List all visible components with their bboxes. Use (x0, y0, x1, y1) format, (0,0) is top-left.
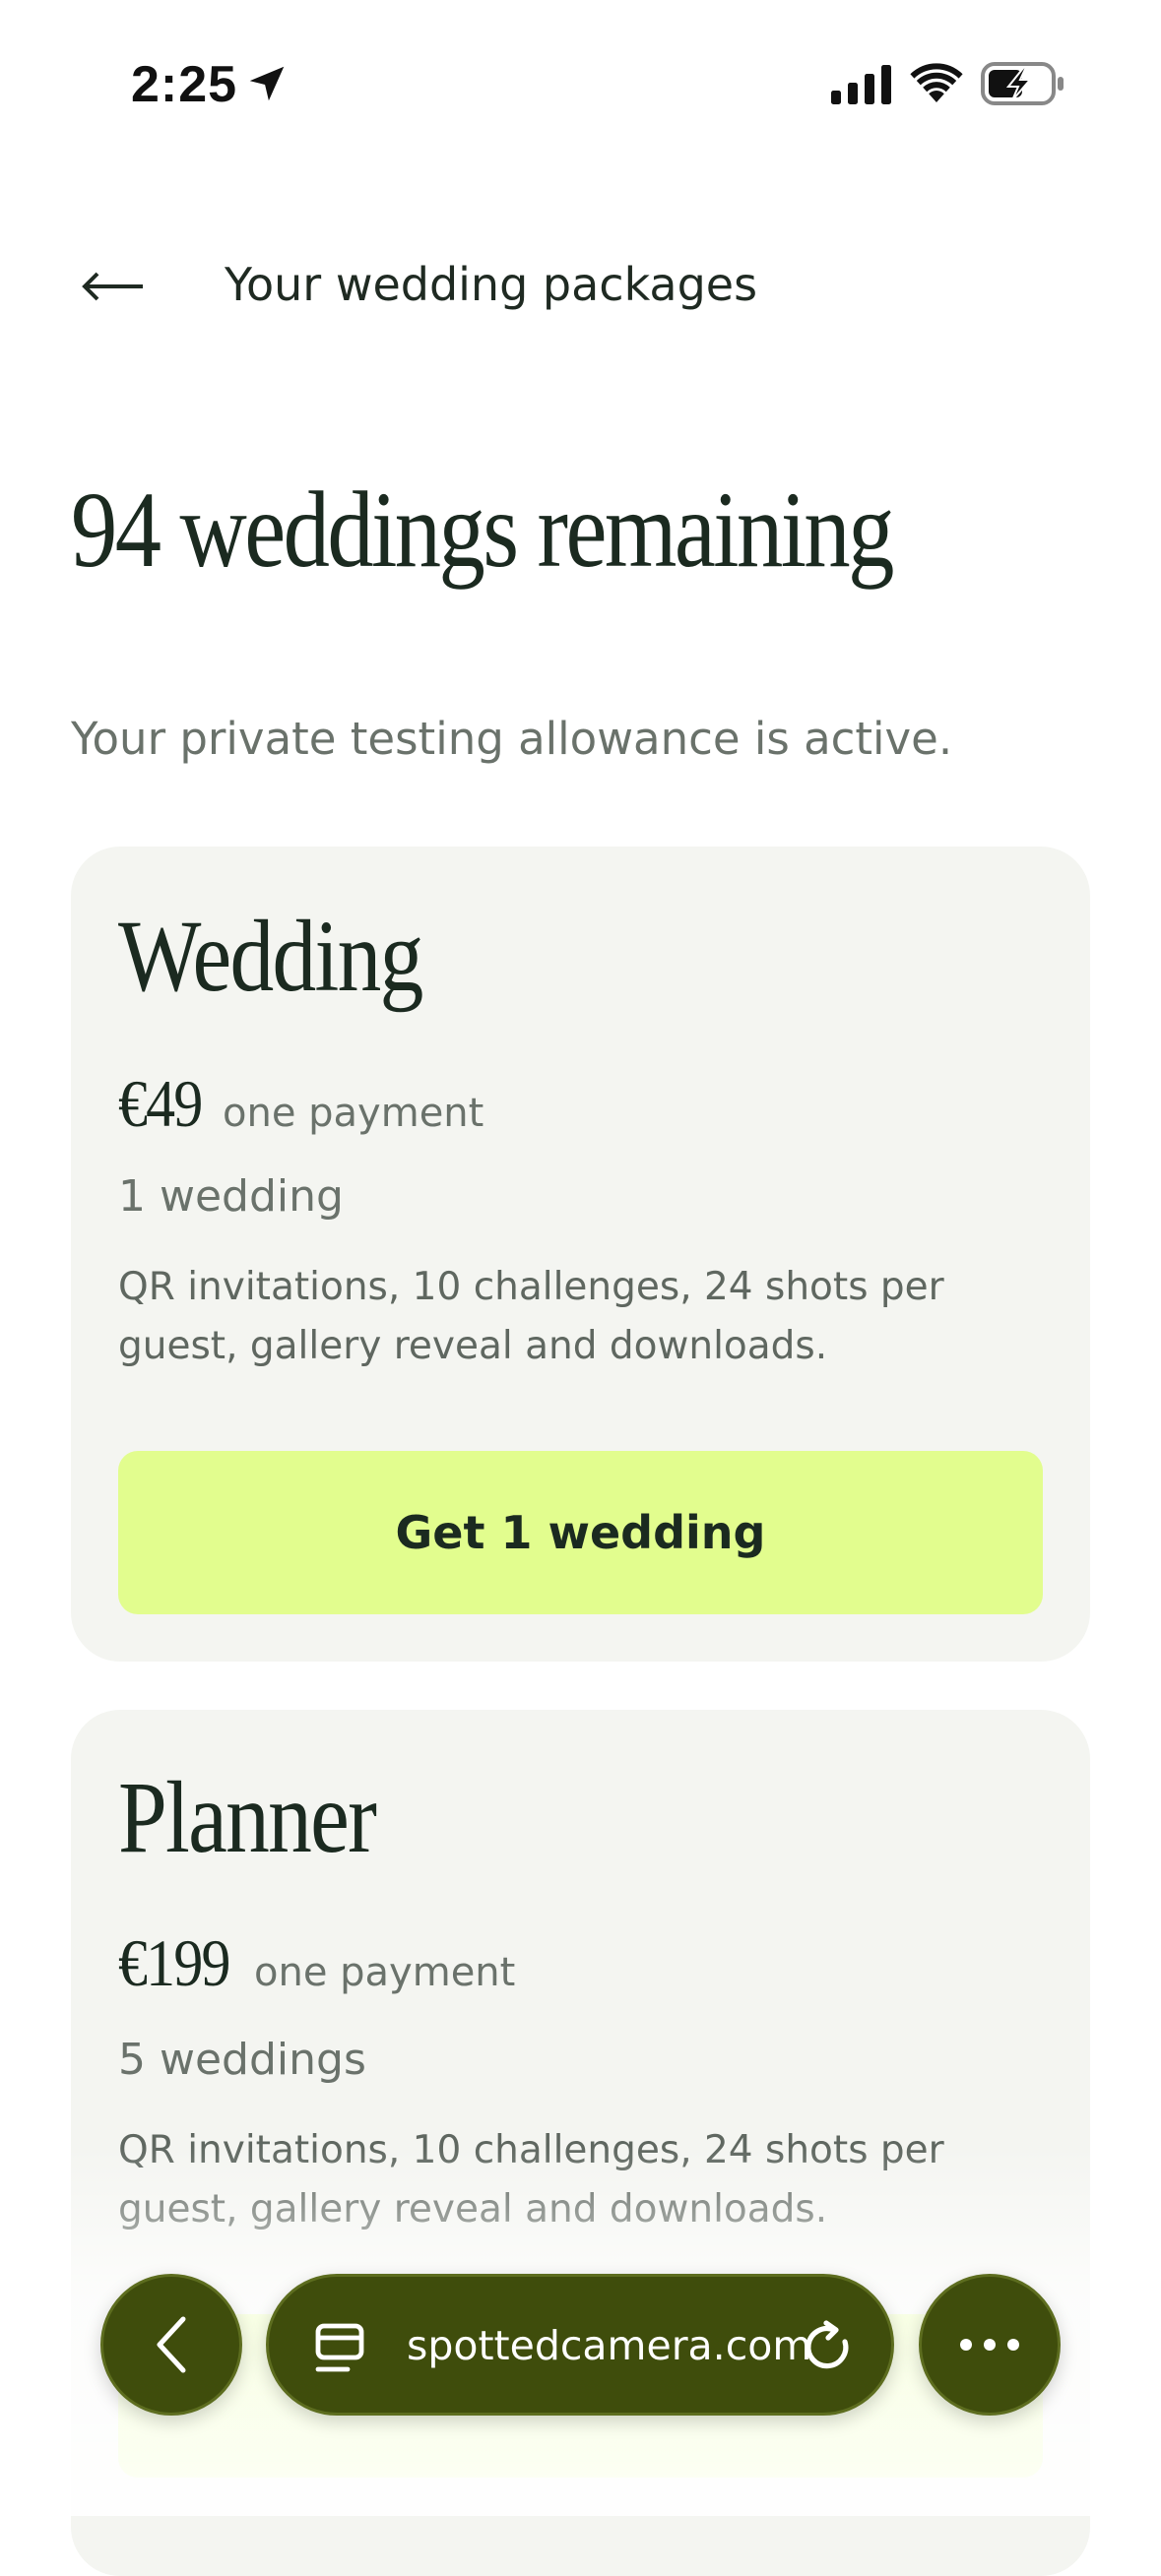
more-dots-icon (960, 2339, 1019, 2351)
battery-charging-icon (981, 62, 1064, 105)
package-quota: 5 weddings (118, 2035, 366, 2085)
page-subtitle: Your private testing allowance is active… (71, 713, 953, 765)
package-description: QR invitations, 10 challenges, 24 shots … (118, 1265, 944, 1368)
price-row: €199 one payment (118, 1924, 515, 2002)
browser-more-button[interactable] (919, 2274, 1061, 2416)
package-quota: 1 wedding (118, 1171, 344, 1222)
get-1-wedding-button[interactable]: Get 1 wedding (118, 1451, 1043, 1614)
package-card-wedding: Wedding €49 one payment 1 wedding QR inv… (71, 847, 1090, 1662)
page-title: 94 weddings remaining (71, 470, 894, 590)
price-row: €49 one payment (118, 1065, 484, 1143)
reload-icon[interactable] (801, 2320, 856, 2375)
package-name: Planner (118, 1761, 377, 1874)
browser-back-button[interactable] (100, 2274, 242, 2416)
package-name: Wedding (118, 900, 423, 1013)
package-card-planner: Planner €199 one payment 5 weddings QR i… (71, 1710, 1090, 2576)
chevron-left-icon (157, 2316, 186, 2373)
package-price: €49 (118, 1066, 203, 1141)
package-price: €199 (118, 1925, 230, 2000)
cellular-signal-icon (831, 65, 891, 104)
package-description: QR invitations, 10 challenges, 24 shots … (118, 2128, 944, 2231)
price-note: one payment (223, 1091, 484, 1136)
arrow-left-icon (82, 272, 143, 301)
back-button[interactable] (79, 252, 148, 321)
url-text: spottedcamera.com (407, 2322, 812, 2369)
location-arrow-icon (249, 66, 285, 101)
browser-address-bar[interactable]: spottedcamera.com (266, 2274, 894, 2416)
status-time: 2:25 (131, 56, 238, 113)
header-title: Your wedding packages (225, 258, 758, 311)
wifi-icon (910, 63, 963, 102)
tabs-icon[interactable] (314, 2322, 365, 2375)
status-bar: 2:25 (0, 0, 1161, 167)
price-note: one payment (254, 1950, 516, 1995)
